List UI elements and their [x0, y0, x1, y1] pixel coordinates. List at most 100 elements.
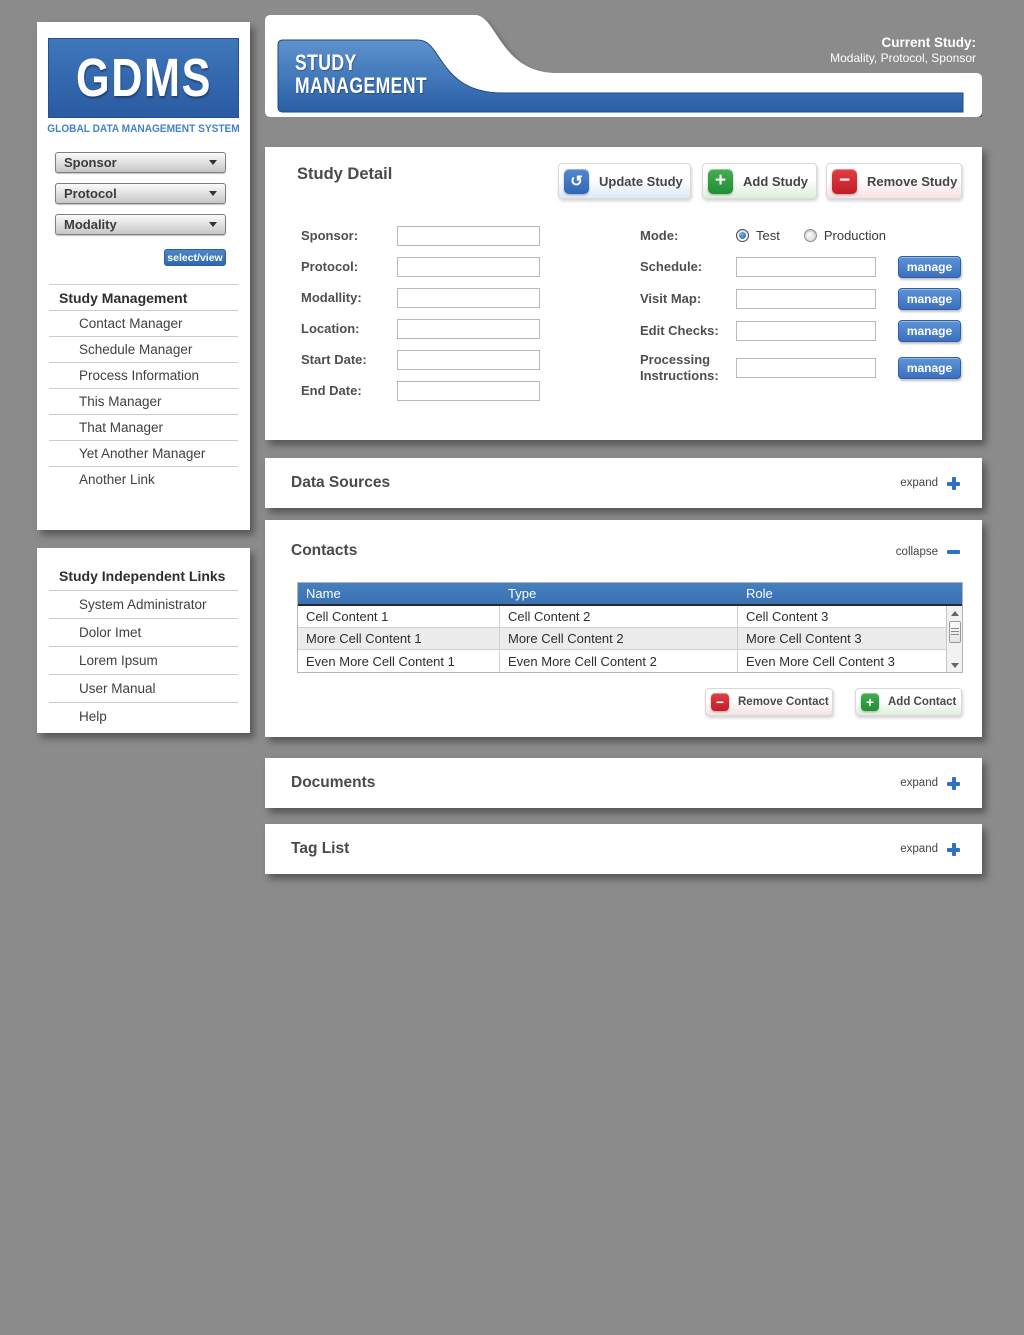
sidebar-item-that-manager[interactable]: That Manager [49, 414, 238, 440]
sidebar-item-lorem-ipsum[interactable]: Lorem Ipsum [49, 646, 238, 674]
modality-field[interactable] [397, 287, 540, 308]
protocol-dropdown-label: Protocol [64, 186, 117, 201]
sidebar-item-help[interactable]: Help [49, 702, 238, 730]
start-date-row: Start Date: [301, 349, 591, 370]
modality-label: Modallity: [301, 289, 362, 305]
edit-checks-field[interactable] [736, 321, 876, 341]
plus-icon: + [708, 168, 733, 194]
sidebar-item-this-manager[interactable]: This Manager [49, 388, 238, 414]
sponsor-dropdown[interactable]: Sponsor [55, 152, 226, 173]
sidebar-item-system-administrator[interactable]: System Administrator [49, 590, 238, 618]
expand-plus-icon [947, 776, 960, 790]
cell-role: Even More Cell Content 3 [746, 653, 895, 669]
add-contact-button[interactable]: + Add Contact [855, 688, 962, 716]
location-field[interactable] [397, 318, 540, 339]
current-study-label: Current Study: [881, 35, 977, 50]
contacts-collapse-toggle[interactable]: collapse [896, 546, 960, 558]
page-header: STUDY MANAGEMENT Current Study: Modality… [265, 15, 982, 117]
scroll-down-button[interactable] [947, 658, 962, 672]
cell-name: More Cell Content 1 [298, 628, 500, 649]
add-study-label: Add Study [743, 173, 808, 189]
visit-map-row: Visit Map: manage [640, 288, 970, 310]
manage-processing-instructions-button[interactable]: manage [898, 356, 961, 379]
table-row[interactable]: More Cell Content 1 More Cell Content 2 … [298, 628, 946, 650]
sponsor-label: Sponsor: [301, 227, 359, 243]
schedule-field[interactable] [736, 257, 876, 277]
remove-contact-button[interactable]: − Remove Contact [705, 688, 833, 716]
contacts-panel: Contacts collapse Name Type Role Cell Co… [265, 520, 982, 737]
grip-icon [950, 627, 959, 637]
gdms-logo: GDMS [48, 38, 239, 118]
contacts-table-rows: Cell Content 1 Cell Content 2 Cell Conte… [298, 606, 946, 672]
sidebar-item-process-information[interactable]: Process Information [49, 362, 238, 388]
documents-expand-toggle[interactable]: expand [900, 776, 960, 790]
cell-type: Cell Content 2 [500, 606, 738, 627]
minus-icon: − [711, 693, 729, 711]
page-title-line2: MANAGEMENT [295, 73, 428, 98]
study-detail-form-left: Sponsor: Protocol: Modallity: Location: … [301, 225, 591, 411]
schedule-row: Schedule: manage [640, 256, 970, 278]
protocol-dropdown[interactable]: Protocol [55, 183, 226, 204]
remove-study-button[interactable]: − Remove Study [826, 163, 962, 199]
sponsor-field[interactable] [397, 225, 540, 246]
add-study-button[interactable]: + Add Study [702, 163, 817, 199]
start-date-field[interactable] [397, 349, 540, 370]
processing-instructions-field[interactable] [736, 357, 876, 378]
end-date-field[interactable] [397, 380, 540, 401]
end-date-row: End Date: [301, 380, 591, 401]
cell-name: Cell Content 1 [298, 606, 500, 627]
protocol-row: Protocol: [301, 256, 591, 277]
test-radio[interactable] [736, 229, 749, 242]
page-title: STUDY MANAGEMENT [295, 51, 427, 97]
manage-visit-map-button[interactable]: manage [898, 288, 961, 310]
manage-schedule-button[interactable]: manage [898, 256, 961, 278]
sidebar-item-contact-manager[interactable]: Contact Manager [49, 310, 238, 336]
data-sources-expand-toggle[interactable]: expand [900, 476, 960, 490]
nav-header-study-independent-links: Study Independent Links [59, 568, 226, 584]
location-label: Location: [301, 320, 360, 336]
mode-row: Mode: Test Production [640, 225, 970, 246]
study-independent-nav: Study Independent Links System Administr… [49, 562, 238, 730]
production-radio-label: Production [823, 228, 886, 243]
protocol-field[interactable] [397, 256, 540, 277]
column-header-role[interactable]: Role [738, 583, 962, 604]
expand-plus-icon [947, 842, 960, 856]
sidebar-item-user-manual[interactable]: User Manual [49, 674, 238, 702]
sidebar-item-another-link[interactable]: Another Link [49, 466, 238, 492]
sidebar-item-yet-another-manager[interactable]: Yet Another Manager [49, 440, 238, 466]
data-sources-title: Data Sources [291, 474, 391, 491]
table-row[interactable]: Cell Content 1 Cell Content 2 Cell Conte… [298, 606, 946, 628]
visit-map-field[interactable] [736, 289, 876, 309]
remove-contact-label: Remove Contact [738, 696, 829, 708]
remove-study-label: Remove Study [867, 173, 958, 189]
chevron-down-icon [209, 191, 217, 196]
tag-list-expand-toggle[interactable]: expand [900, 842, 960, 856]
data-sources-panel: Data Sources expand [265, 458, 982, 508]
manage-edit-checks-button[interactable]: manage [898, 320, 961, 342]
table-scrollbar[interactable] [946, 606, 962, 672]
contacts-table-header: Name Type Role [298, 583, 962, 606]
modality-row: Modallity: [301, 287, 591, 308]
update-study-button[interactable]: ↺ Update Study [558, 163, 691, 199]
production-radio[interactable] [803, 229, 817, 242]
select-view-button[interactable]: select/view [164, 249, 226, 266]
column-header-type[interactable]: Type [500, 583, 738, 604]
sidebar-item-schedule-manager[interactable]: Schedule Manager [49, 336, 238, 362]
scrollbar-thumb[interactable] [948, 621, 961, 643]
scrollbar-track[interactable] [947, 643, 962, 658]
start-date-label: Start Date: [301, 351, 367, 367]
table-row[interactable]: Even More Cell Content 1 Even More Cell … [298, 650, 946, 672]
location-row: Location: [301, 318, 591, 339]
documents-panel: Documents expand [265, 758, 982, 808]
expand-label: expand [900, 477, 938, 489]
modality-dropdown[interactable]: Modality [55, 214, 226, 235]
scroll-up-button[interactable] [947, 606, 962, 620]
mode-production-option[interactable]: Production [803, 228, 886, 243]
column-header-name[interactable]: Name [298, 583, 500, 604]
mode-test-option[interactable]: Test [736, 228, 780, 243]
cell-role: Cell Content 3 [746, 609, 829, 624]
tag-list-panel: Tag List expand [265, 824, 982, 874]
gdms-logo-subtitle: GLOBAL DATA MANAGEMENT SYSTEM [47, 123, 240, 135]
sidebar-item-dolor-imet[interactable]: Dolor Imet [49, 618, 238, 646]
study-detail-panel: Study Detail ↺ Update Study + Add Study … [265, 147, 982, 440]
